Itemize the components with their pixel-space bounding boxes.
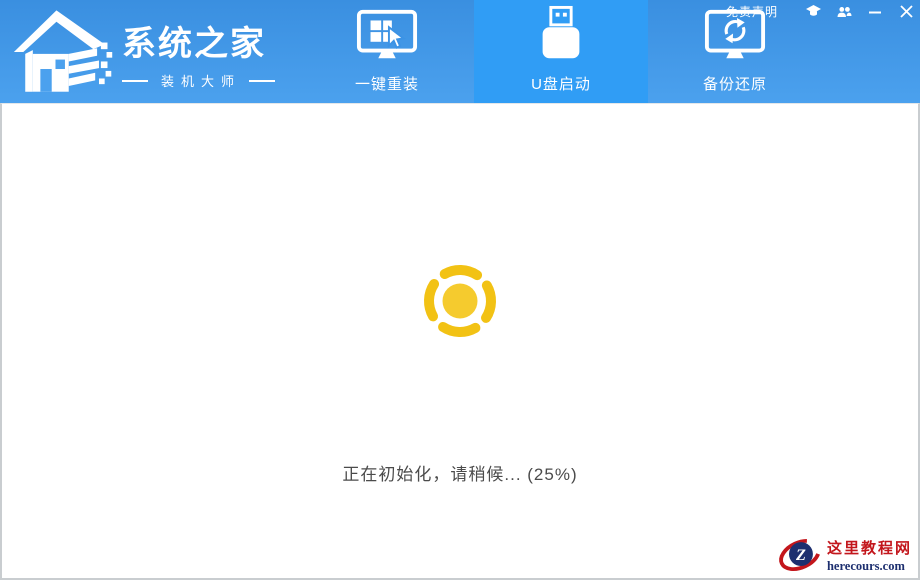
- disclaimer-link[interactable]: 免责声明: [726, 3, 778, 20]
- minimize-button[interactable]: [867, 4, 883, 20]
- logo-title: 系统之家: [122, 16, 292, 65]
- main-content: 正在初始化，请稍候... (25%): [0, 103, 920, 580]
- subtitle-dash-right: [249, 80, 275, 82]
- app-window: 系统之家 装机大师: [0, 0, 920, 580]
- tab-onekey-reinstall[interactable]: 一键重装: [300, 0, 474, 103]
- watermark-text: 这里教程网 herecours.com: [827, 537, 912, 574]
- z-orbit-logo-icon: Z: [777, 533, 823, 577]
- monitor-windows-icon: [356, 4, 418, 66]
- logo-subtitle: 装机大师: [122, 71, 292, 90]
- titlebar-controls: 免责声明: [726, 3, 914, 20]
- tab-label: U盘启动: [531, 73, 591, 94]
- watermark: Z 这里教程网 herecours.com: [775, 532, 918, 578]
- subtitle-dash-left: [122, 80, 148, 82]
- tab-usb-boot[interactable]: U盘启动: [474, 0, 648, 103]
- tab-label: 备份还原: [703, 73, 767, 94]
- loading-spinner-icon: [415, 256, 505, 346]
- watermark-domain: herecours.com: [827, 559, 912, 574]
- users-icon[interactable]: [836, 4, 852, 20]
- svg-text:Z: Z: [795, 546, 806, 564]
- tab-label: 一键重装: [355, 73, 419, 94]
- logo-subtitle-text: 装机大师: [156, 71, 241, 90]
- logo-text: 系统之家 装机大师: [122, 16, 292, 90]
- app-logo: 系统之家 装机大师: [12, 6, 302, 100]
- house-pixel-logo-icon: [12, 8, 116, 96]
- graduation-cap-icon[interactable]: [805, 4, 821, 20]
- watermark-site-name: 这里教程网: [827, 537, 912, 558]
- status-text: 正在初始化，请稍候... (25%): [2, 460, 918, 485]
- usb-drive-icon: [536, 4, 586, 66]
- close-button[interactable]: [898, 4, 914, 20]
- app-header: 系统之家 装机大师: [0, 0, 920, 103]
